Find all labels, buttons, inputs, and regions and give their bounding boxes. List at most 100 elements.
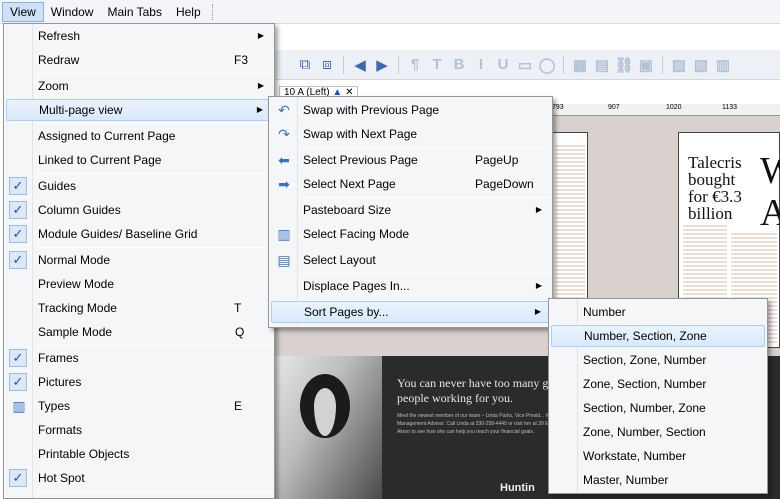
headline-line: bought (688, 170, 736, 189)
menu-item-swap-previous[interactable]: ↶ Swap with Previous Page (271, 99, 550, 121)
menu-item-multi-page-view[interactable]: Multi-page view ▶ (6, 99, 272, 121)
menu-item-module-guides[interactable]: ✓ Module Guides/ Baseline Grid (6, 223, 272, 245)
multi-page-view-submenu: ↶ Swap with Previous Page ↷ Swap with Ne… (268, 96, 553, 328)
arrow-left-icon: ⬅ (278, 152, 290, 168)
menu-item-types[interactable]: ▥ Types E (6, 395, 272, 417)
menu-item-sort-section-zone-number[interactable]: Section, Zone, Number (551, 349, 765, 371)
menu-item-shortcut: T (234, 301, 242, 315)
menu-item-select-layout[interactable]: ▤ Select Layout (271, 249, 550, 271)
menu-item-sort-pages-by[interactable]: Sort Pages by... ▶ (271, 301, 550, 323)
menu-item-refresh[interactable]: Refresh ▶ (6, 25, 272, 47)
menu-separator (301, 273, 550, 274)
menu-item-shortcut: Q (235, 325, 245, 339)
image-text-icon[interactable]: ▨ (670, 56, 688, 74)
rectangle-icon[interactable]: ▭ (516, 56, 534, 74)
layout-icon[interactable]: ▤ (593, 56, 611, 74)
menu-item-linked-to-current-page[interactable]: Linked to Current Page (6, 149, 272, 171)
menu-item-assigned-to-current-page[interactable]: Assigned to Current Page (6, 125, 272, 147)
menu-item-printable-objects[interactable]: Printable Objects (6, 443, 272, 465)
menu-item-shortcut: PageUp (475, 153, 519, 167)
ad-logo: Huntin (500, 482, 535, 494)
horizontal-ruler: 793 907 1020 1133 (552, 104, 780, 116)
menu-view[interactable]: View (2, 1, 44, 22)
menu-item-hot-spot[interactable]: ✓ Hot Spot (6, 467, 272, 489)
menu-item-column-guides[interactable]: ✓ Column Guides (6, 199, 272, 221)
menu-item-pictures[interactable]: ✓ Pictures (6, 371, 272, 393)
menu-window[interactable]: Window (44, 2, 101, 22)
picture-icon[interactable]: ▧ (692, 56, 710, 74)
menu-item-formats[interactable]: Formats (6, 419, 272, 441)
menu-item-select-next-page[interactable]: ➡ Select Next Page PageDown (271, 173, 550, 195)
menubar-grip[interactable] (211, 3, 222, 20)
grid-icon[interactable]: ▦ (571, 56, 589, 74)
ad-headline: You can never have too many great people… (397, 376, 567, 405)
menu-item-sort-zone-section-number[interactable]: Zone, Section, Number (551, 373, 765, 395)
ruler-tick: 1133 (722, 104, 738, 111)
menu-item-displace-pages-in[interactable]: Displace Pages In... ▶ (271, 275, 550, 297)
menu-bar: View Window Main Tabs Help (0, 0, 780, 24)
menu-item-sort-zone-number-section[interactable]: Zone, Number, Section (551, 421, 765, 443)
menu-item-label: Number (583, 305, 626, 319)
menu-item-sort-section-number-zone[interactable]: Section, Number, Zone (551, 397, 765, 419)
paragraph-icon[interactable]: ¶ (406, 56, 424, 74)
menu-item-label: Linked to Current Page (38, 153, 162, 167)
bold-icon[interactable]: B (450, 56, 468, 74)
headline-letter: W (760, 150, 780, 192)
columns-icon[interactable]: ▥ (714, 56, 732, 74)
italic-icon[interactable]: I (472, 56, 490, 74)
ellipse-icon[interactable]: ◯ (538, 56, 556, 74)
ruler-tick: 793 (552, 104, 564, 111)
menu-help[interactable]: Help (169, 2, 208, 22)
menu-item-label: Printable Objects (38, 447, 130, 461)
menu-item-label: Displace Pages In... (303, 279, 410, 293)
large-headline-letters: W A (760, 150, 780, 234)
ruler-tick: 1020 (666, 104, 682, 111)
menu-item-zoom[interactable]: Zoom ▶ (6, 75, 272, 97)
toolbar-separator (343, 55, 344, 74)
menu-item-pasteboard-size[interactable]: Pasteboard Size ▶ (271, 199, 550, 221)
menu-separator (36, 173, 272, 174)
menu-item-normal-mode[interactable]: ✓ Normal Mode (6, 249, 272, 271)
menu-item-select-facing-mode[interactable]: ▥ Select Facing Mode (271, 223, 550, 245)
menu-item-label: Guides (38, 179, 77, 193)
back-arrow-icon[interactable]: ◀ (351, 56, 369, 74)
menu-item-guides[interactable]: ✓ Guides (6, 175, 272, 197)
menu-item-label: Swap with Previous Page (303, 103, 440, 117)
menu-separator (36, 345, 272, 346)
menu-item-preview-mode[interactable]: Preview Mode (6, 273, 272, 295)
menu-item-label: Zone, Number, Section (583, 425, 706, 439)
portrait-photo (272, 356, 382, 499)
menu-item-shortcut: F3 (234, 53, 249, 67)
menu-item-sort-master-number[interactable]: Master, Number (551, 469, 765, 491)
menu-item-label: Tracking Mode (38, 301, 117, 315)
menu-item-sort-workstate-number[interactable]: Workstate, Number (551, 445, 765, 467)
frame-icon[interactable]: ▣ (637, 56, 655, 74)
toolbar-separator (662, 55, 663, 74)
menu-separator (36, 491, 272, 492)
sort-pages-submenu: Number Number, Section, Zone Section, Zo… (548, 298, 768, 494)
paste-page-icon[interactable]: ⧈ (318, 56, 336, 74)
menu-item-select-previous-page[interactable]: ⬅ Select Previous Page PageUp (271, 149, 550, 171)
menu-item-label: Redraw (38, 53, 80, 67)
text-icon[interactable]: T (428, 56, 446, 74)
menu-item-sort-number[interactable]: Number (551, 301, 765, 323)
menu-item-label: Number, Section, Zone (584, 329, 707, 343)
menu-item-sample-mode[interactable]: Sample Mode Q (6, 321, 272, 343)
headline-line: Talecris (688, 153, 742, 172)
underline-icon[interactable]: U (494, 56, 512, 74)
menu-item-frames[interactable]: ✓ Frames (6, 347, 272, 369)
menu-item-label: Frames (38, 351, 79, 365)
menu-item-label: Sample Mode (38, 325, 113, 339)
copy-page-icon[interactable]: ⧉ (296, 56, 314, 74)
menu-item-tracking-mode[interactable]: Tracking Mode T (6, 297, 272, 319)
chain-icon[interactable]: ⛓ (614, 56, 633, 74)
menu-item-sort-number-section-zone[interactable]: Number, Section, Zone (551, 325, 765, 347)
checkmark-icon: ✓ (9, 251, 27, 269)
forward-arrow-icon[interactable]: ▶ (373, 56, 391, 74)
menu-item-redraw[interactable]: Redraw F3 (6, 49, 272, 71)
checkmark-icon: ✓ (9, 225, 27, 243)
menu-main-tabs[interactable]: Main Tabs (100, 2, 168, 22)
menu-separator (36, 123, 272, 124)
menu-item-swap-next[interactable]: ↷ Swap with Next Page (271, 123, 550, 145)
submenu-arrow-icon: ▶ (535, 205, 542, 214)
